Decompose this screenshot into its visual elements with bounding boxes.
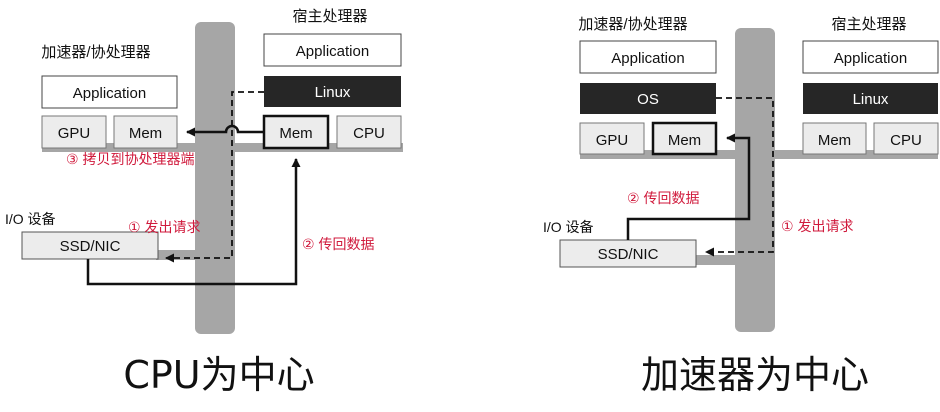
accel-mem-text: Mem bbox=[668, 132, 701, 149]
cpu-centric-panel: 宿主处理器 加速器/协处理器 I/O 设备 Application Linux … bbox=[5, 8, 403, 397]
host-os-text: Linux bbox=[315, 84, 351, 101]
host-processor-label: 宿主处理器 bbox=[292, 8, 367, 25]
step-3-annotation: ③ 拷贝到协处理器端 bbox=[66, 151, 194, 167]
accel-mem-text: Mem bbox=[129, 125, 162, 142]
host-application-text: Application bbox=[834, 50, 907, 67]
system-bus-io-branch bbox=[695, 255, 742, 265]
accelerator-label: 加速器/协处理器 bbox=[41, 44, 150, 61]
host-cpu-text: CPU bbox=[353, 125, 385, 142]
step-1-annotation: ① 发出请求 bbox=[781, 218, 853, 234]
step-2-annotation: ② 传回数据 bbox=[627, 190, 699, 206]
host-cpu-text: CPU bbox=[890, 132, 922, 149]
host-os-text: Linux bbox=[853, 91, 889, 108]
accelerator-centric-title: 加速器为中心 bbox=[641, 353, 869, 397]
accel-gpu-text: GPU bbox=[58, 125, 91, 142]
system-bus-vertical bbox=[735, 28, 775, 332]
architecture-diagram: 宿主处理器 加速器/协处理器 I/O 设备 Application Linux … bbox=[5, 8, 939, 397]
accel-os-text: OS bbox=[637, 91, 659, 108]
io-device-label: I/O 设备 bbox=[5, 211, 56, 227]
accel-application-text: Application bbox=[73, 85, 146, 102]
step-1-annotation: ① 发出请求 bbox=[128, 219, 200, 235]
host-processor-label: 宿主处理器 bbox=[831, 16, 906, 33]
accel-application-text: Application bbox=[611, 50, 684, 67]
system-bus-vertical bbox=[195, 22, 235, 334]
io-device-text: SSD/NIC bbox=[60, 238, 121, 255]
accel-gpu-text: GPU bbox=[596, 132, 629, 149]
cpu-centric-title: CPU为中心 bbox=[123, 353, 314, 397]
host-application-text: Application bbox=[296, 43, 369, 60]
host-mem-text: Mem bbox=[279, 125, 312, 142]
host-mem-text: Mem bbox=[818, 132, 851, 149]
accelerator-centric-panel: 加速器/协处理器 宿主处理器 I/O 设备 Application OS GPU… bbox=[543, 16, 939, 397]
step-2-annotation: ② 传回数据 bbox=[302, 236, 374, 252]
accelerator-label: 加速器/协处理器 bbox=[578, 16, 687, 33]
io-device-text: SSD/NIC bbox=[598, 246, 659, 263]
io-device-label: I/O 设备 bbox=[543, 219, 594, 235]
